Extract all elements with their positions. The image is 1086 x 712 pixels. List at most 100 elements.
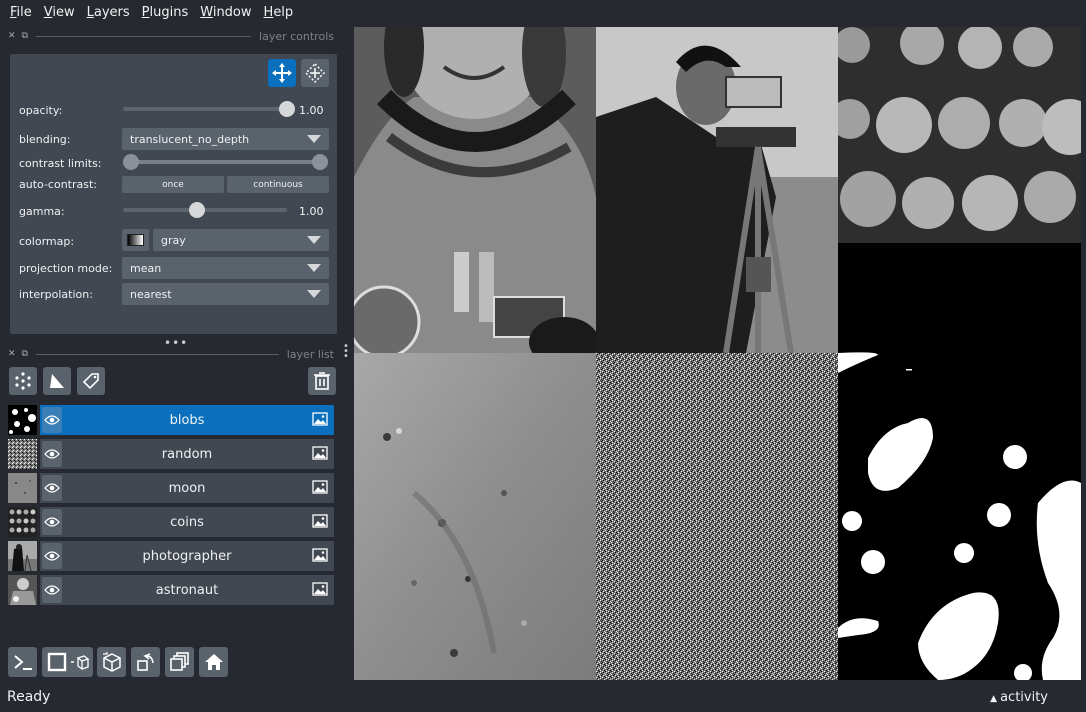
activity-label: activity: [1000, 690, 1048, 705]
colormap-value: gray: [161, 233, 186, 247]
continuous-label: continuous: [253, 179, 303, 190]
layer-controls-title: layer controls: [259, 29, 334, 43]
layer-row-random[interactable]: random: [8, 439, 334, 469]
opacity-slider-handle[interactable]: [279, 101, 295, 117]
layer-row-moon[interactable]: moon: [8, 473, 334, 503]
auto-contrast-once-button[interactable]: once: [122, 176, 224, 193]
layer-row-photographer[interactable]: photographer: [8, 541, 334, 571]
astronaut-image: [354, 27, 596, 353]
ndisplay-toggle-button[interactable]: [42, 647, 93, 677]
trash-icon: [314, 372, 330, 390]
home-icon: [204, 654, 223, 670]
layer-item[interactable]: astronaut: [40, 575, 334, 605]
roll-dimensions-button[interactable]: [97, 647, 126, 677]
blending-label: blending:: [19, 133, 71, 146]
projection-mode-dropdown[interactable]: mean: [122, 257, 329, 279]
dock-close-icon[interactable]: ✕: [8, 349, 16, 359]
layer-row-astronaut[interactable]: astronaut: [8, 575, 334, 605]
menu-window[interactable]: Window: [194, 5, 257, 20]
viewer-canvas[interactable]: [354, 27, 1081, 680]
layer-item[interactable]: moon: [40, 473, 334, 503]
visibility-toggle[interactable]: [42, 475, 62, 501]
auto-contrast-label: auto-contrast:: [19, 178, 98, 191]
blending-dropdown[interactable]: translucent_no_depth: [122, 128, 329, 150]
transform-button[interactable]: [301, 59, 329, 87]
reset-view-button[interactable]: [199, 647, 228, 677]
gamma-value: 1.00: [299, 205, 324, 218]
dock-float-icon[interactable]: ⧉: [22, 31, 28, 41]
opacity-value: 1.00: [299, 104, 324, 117]
gamma-slider-handle[interactable]: [188, 202, 205, 218]
visibility-toggle[interactable]: [42, 543, 62, 569]
layer-item[interactable]: coins: [40, 507, 334, 537]
projection-mode-label: projection mode:: [19, 262, 113, 275]
colormap-dropdown[interactable]: gray: [153, 229, 329, 251]
image-layer-icon: [312, 582, 328, 596]
menu-plugins-rest: lugins: [149, 4, 189, 20]
layer-item[interactable]: random: [40, 439, 334, 469]
eye-icon: [44, 483, 60, 493]
console-button[interactable]: [8, 647, 37, 677]
layer-row-coins[interactable]: coins: [8, 507, 334, 537]
new-labels-layer-button[interactable]: [77, 367, 105, 395]
vertical-dots-icon[interactable]: • • •: [343, 342, 349, 362]
menu-help-mnemonic: H: [263, 4, 274, 20]
eye-icon: [44, 415, 60, 425]
interpolation-label: interpolation:: [19, 288, 93, 301]
contrast-slider-track[interactable]: [130, 160, 320, 164]
coins-image: [838, 27, 1081, 243]
colormap-label: colormap:: [19, 235, 75, 248]
menu-help[interactable]: Help: [258, 5, 300, 20]
menu-layers[interactable]: Layers: [81, 5, 136, 20]
visibility-toggle[interactable]: [42, 407, 62, 433]
menu-view[interactable]: View: [38, 5, 81, 20]
visibility-toggle[interactable]: [42, 441, 62, 467]
eye-icon: [44, 449, 60, 459]
caret-up-icon: ▲: [990, 694, 998, 704]
eye-icon: [44, 517, 60, 527]
layer-row-blobs[interactable]: blobs: [8, 405, 334, 435]
menu-window-mnemonic: W: [200, 4, 213, 20]
points-icon: [15, 372, 31, 390]
image-layer-icon: [312, 480, 328, 494]
title-divider: [35, 353, 279, 355]
gamma-slider-track[interactable]: [123, 208, 287, 212]
dock-close-icon[interactable]: ✕: [8, 31, 16, 41]
cube-icon: [102, 652, 121, 672]
activity-toggle[interactable]: ▲ activity: [990, 690, 1048, 705]
opacity-slider-track[interactable]: [123, 107, 287, 111]
contrast-min-handle[interactable]: [123, 154, 139, 170]
photographer-image: [596, 27, 838, 353]
new-shapes-layer-button[interactable]: [43, 367, 71, 395]
random-noise-image: [596, 353, 838, 680]
visibility-toggle[interactable]: [42, 577, 62, 603]
contrast-max-handle[interactable]: [312, 154, 328, 170]
contrast-limits-label: contrast limits:: [19, 157, 102, 170]
title-divider: [35, 35, 252, 37]
moon-thumbnail: [8, 473, 37, 503]
interpolation-dropdown[interactable]: nearest: [122, 283, 329, 305]
grid-mode-button[interactable]: [165, 647, 194, 677]
layer-item[interactable]: blobs: [40, 405, 334, 435]
projection-value: mean: [130, 261, 162, 275]
layer-item[interactable]: photographer: [40, 541, 334, 571]
chevron-down-icon: [307, 264, 321, 272]
menu-layers-rest: ayers: [93, 4, 130, 20]
blending-value: translucent_no_depth: [130, 132, 250, 146]
visibility-toggle[interactable]: [42, 509, 62, 535]
auto-contrast-continuous-button[interactable]: continuous: [227, 176, 329, 193]
coins-thumbnail: [8, 507, 37, 537]
menu-file[interactable]: File: [4, 5, 38, 20]
new-points-layer-button[interactable]: [9, 367, 37, 395]
pan-zoom-button[interactable]: [268, 59, 296, 87]
layer-name: photographer: [142, 548, 232, 564]
once-label: once: [162, 179, 184, 190]
shapes-icon: [50, 374, 64, 388]
blobs-image: [838, 243, 1081, 680]
dock-float-icon[interactable]: ⧉: [22, 349, 28, 359]
layer-name: blobs: [169, 412, 205, 428]
moon-image: [354, 353, 596, 680]
transpose-dimensions-button[interactable]: [131, 647, 160, 677]
menu-plugins[interactable]: Plugins: [136, 5, 195, 20]
delete-layer-button[interactable]: [308, 367, 336, 395]
